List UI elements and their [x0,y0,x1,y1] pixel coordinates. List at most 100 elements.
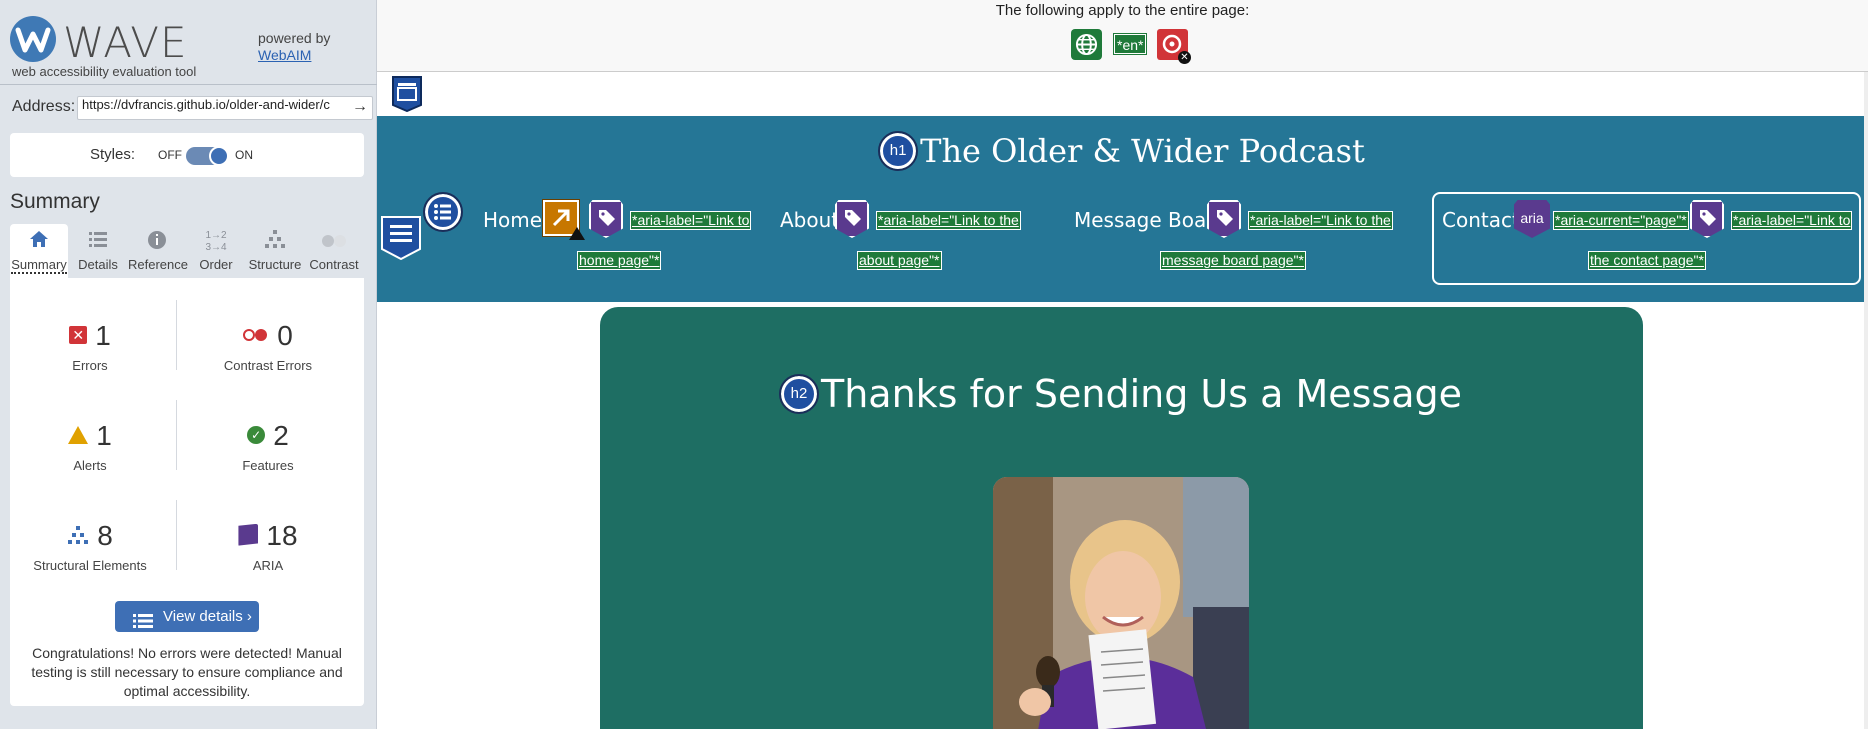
errors-label: Errors [72,358,108,373]
styles-label: Styles: [90,146,136,163]
close-icon: ✕ [1178,51,1191,64]
styles-toggle[interactable] [186,146,229,166]
stat-alerts[interactable]: 1 Alerts [10,418,170,473]
stat-features[interactable]: ✓ 2 Features [188,418,348,473]
evaluated-page: The following apply to the entire page: … [377,0,1868,729]
list-icon[interactable] [423,192,463,232]
contrast-icon [305,230,363,254]
powered-by: powered by WebAIM [258,30,330,64]
info-icon [128,230,186,254]
landmark-icon[interactable] [392,76,422,113]
address-input[interactable]: https://dvfrancis.github.io/older-and-wi… [77,96,373,120]
tab-summary[interactable]: Summary [10,224,68,278]
contrast-errors-count: 0 [277,320,293,351]
tab-order[interactable]: 1→2 3→4 Order [187,224,245,278]
page-level-icons: *en* ✕ [1071,29,1231,64]
divider [176,500,177,570]
page-heading: h2 Thanks for Sending Us a Message [600,372,1643,416]
tab-label: Summary [11,257,67,274]
globe-icon[interactable] [1071,29,1102,60]
home-icon [10,230,68,254]
navigation-icon[interactable] [381,216,421,261]
current-page-outline [1432,192,1861,285]
tab-contrast[interactable]: Contrast [305,224,363,278]
alert-icon [68,425,89,444]
congrats-message: Congratulations! No errors were detected… [31,645,343,699]
tab-label: Structure [248,257,302,272]
tab-details[interactable]: Details [69,224,127,278]
tab-structure[interactable]: Structure [246,224,304,278]
contrast-error-icon [243,328,269,341]
aria-icon [238,523,259,546]
order-icon: 1→2 3→4 [205,230,227,253]
address-label: Address: [12,98,76,115]
summary-panel: ✕ 1 Errors 0 Contrast Errors 1 Alerts ✓ 2 … [10,278,364,706]
stat-errors[interactable]: ✕ 1 Errors [10,318,170,373]
address-row: Address: https://dvfrancis.github.io/old… [12,96,373,120]
view-details-button[interactable]: View details › [115,601,259,632]
styles-off-label: OFF [158,148,182,162]
h2-badge[interactable]: h2 [778,373,819,414]
errors-count: 1 [95,320,111,351]
page-level-bar: The following apply to the entire page: … [377,0,1868,72]
tab-label: Order [199,257,233,272]
divider [0,84,377,85]
structure-icon [67,517,89,553]
aria-label-line2: about page"* [857,251,942,270]
list-icon [133,609,153,628]
stat-contrast-errors[interactable]: 0 Contrast Errors [188,318,348,373]
wave-sidebar: WAVE web accessibility evaluation tool p… [0,0,377,729]
nav-item-about[interactable]: About *aria-label="Link to the about pag… [780,200,1040,288]
host-photo [993,477,1249,729]
tag-icon[interactable] [1207,200,1241,238]
alerts-count: 1 [96,420,112,451]
aria-label-line1: *aria-label="Link to the [1248,211,1393,230]
styles-toggle-box: Styles: OFF ON [10,133,364,177]
redundant-link-alert-icon[interactable] [542,199,585,240]
tag-icon[interactable] [835,200,869,238]
divider [176,400,177,470]
aria-label-line1: *aria-label="Link to [629,211,752,230]
feature-check-icon: ✓ [247,425,266,444]
go-arrow-icon[interactable]: → [352,98,368,116]
nav-item-message-board[interactable]: Message Board *aria-label="Link to the m… [1074,200,1414,288]
site-title: h1 The Older & Wider Podcast [377,130,1868,172]
divider [176,300,177,370]
structure-icon [246,230,304,254]
tab-label: Contrast [309,257,359,272]
view-details-label: View details › [163,608,252,625]
tab-label: Reference [128,257,188,272]
structural-count: 8 [97,520,113,551]
nav-link-message-board[interactable]: Message Board [1074,208,1227,232]
nav-link-home[interactable]: Home [483,208,542,232]
h1-badge[interactable]: h1 [878,130,919,171]
nav-link-about[interactable]: About [780,208,839,232]
structural-label: Structural Elements [33,558,147,573]
tag-icon[interactable] [589,200,623,238]
powered-by-text: powered by [258,30,331,46]
tab-reference[interactable]: Reference [128,224,188,278]
toggle-knob [209,146,229,166]
page-apply-text: The following apply to the entire page: [995,2,1250,19]
wave-logo: WAVE web accessibility evaluation tool p… [10,12,370,82]
styles-on-label: ON [235,148,253,162]
stat-structural[interactable]: 8 Structural Elements [10,518,170,573]
language-tag: *en* [1112,33,1148,55]
page-error-icon[interactable]: ✕ [1157,29,1191,64]
summary-title: Summary [10,190,100,213]
scrollbar[interactable] [1864,72,1868,729]
page-heading-text: Thanks for Sending Us a Message [820,372,1463,416]
tab-label: Details [78,257,118,272]
alert-triangle-icon [569,227,585,240]
site-title-text: The Older & Wider Podcast [920,132,1365,170]
webaim-link[interactable]: WebAIM [258,47,330,64]
message-card: h2 Thanks for Sending Us a Message [600,307,1643,729]
stat-aria[interactable]: 18 ARIA [188,518,348,573]
nav-item-home[interactable]: Home *aria-label="Link to home page"* [483,199,753,288]
wave-logo-icon [10,16,56,62]
error-icon: ✕ [69,325,88,344]
panel-tabs: Summary Details Reference 1→2 3→4 Order S… [10,224,364,278]
features-label: Features [242,458,294,473]
aria-label-line2: message board page"* [1160,251,1306,270]
aria-label-line1: *aria-label="Link to the [876,211,1021,230]
